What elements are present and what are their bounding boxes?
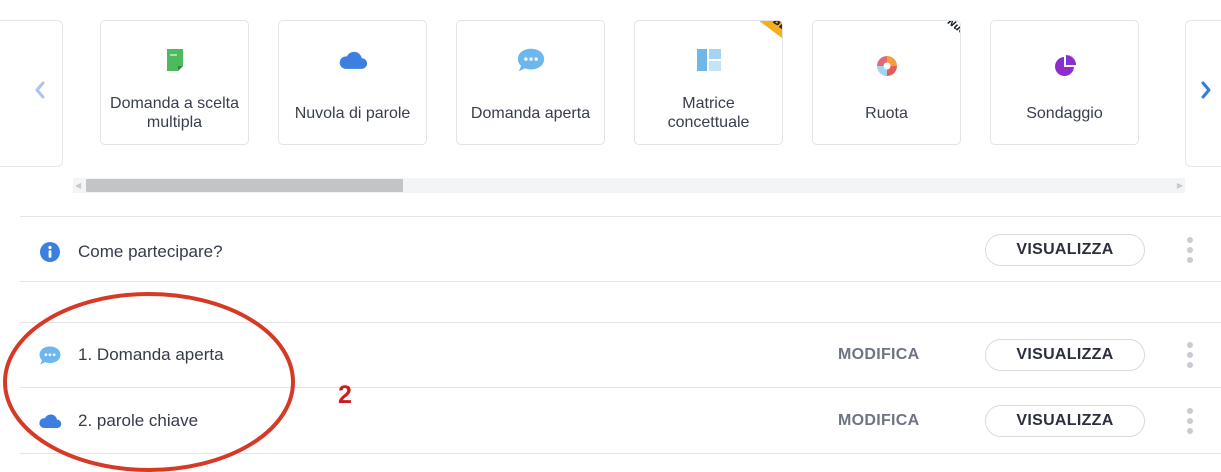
annotation-ellipse: [3, 292, 295, 472]
annotation-number: 2: [338, 381, 352, 409]
